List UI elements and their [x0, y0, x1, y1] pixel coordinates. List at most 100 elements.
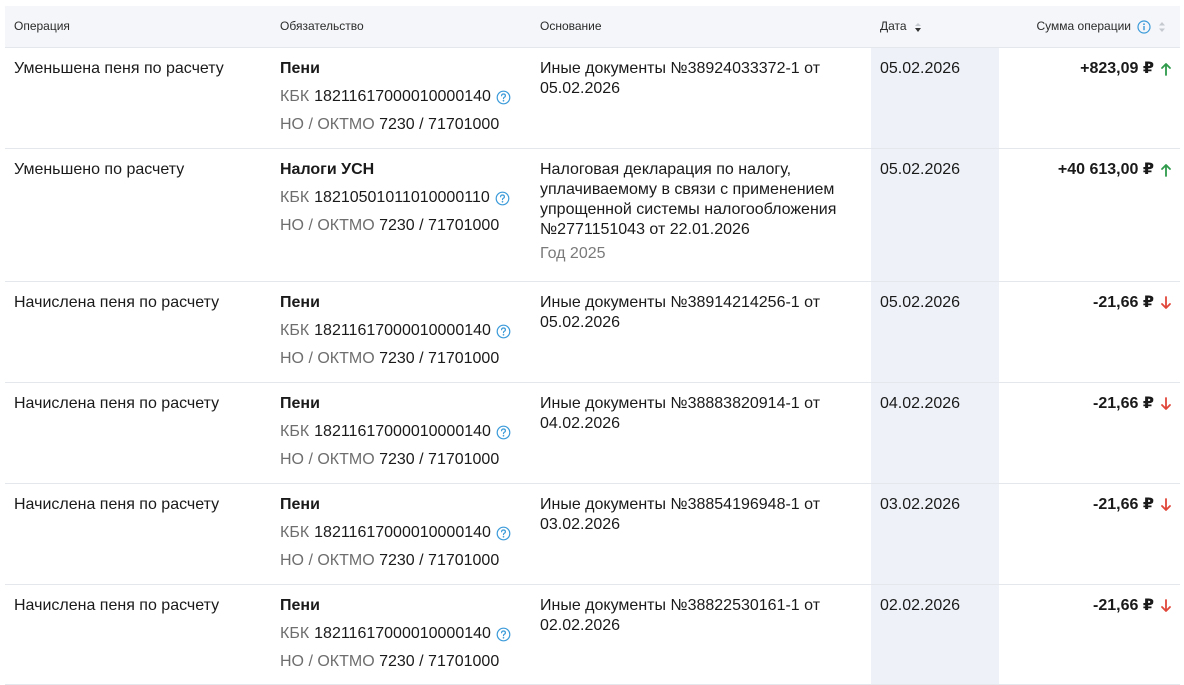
date-cell: 05.02.2026 [880, 161, 961, 178]
oktmo-prefix: НО / ОКТМО [280, 653, 375, 670]
amount-cell: -21,66 ₽ [1093, 293, 1172, 313]
table-row[interactable]: Уменьшено по расчету Налоги УСН КБК 1821… [5, 148, 1180, 282]
obligation-cell: Пени КБК 18211617000010000140 НО / ОКТМО… [280, 293, 530, 369]
help-icon[interactable] [496, 324, 511, 339]
obligation-title: Пени [280, 395, 320, 412]
table-row[interactable]: Начислена пеня по расчету Пени КБК 18211… [5, 382, 1180, 484]
sort-desc-icon[interactable] [912, 21, 924, 33]
basis-text: Иные документы №38854196948-1 от 03.02.2… [540, 496, 821, 533]
arrow-down-icon [1161, 397, 1171, 410]
obligation-title: Пени [280, 496, 320, 513]
header-date-label: Дата [880, 19, 907, 33]
basis-year: Год 2025 [540, 245, 606, 262]
table-row[interactable]: Начислена пеня по расчету Пени КБК 18211… [5, 281, 1180, 383]
basis-cell: Иные документы №38822530161-1 от 02.02.2… [540, 596, 870, 636]
arrow-down-icon [1161, 296, 1171, 309]
kbk-prefix: КБК [280, 524, 310, 541]
obligation-title: Пени [280, 294, 320, 311]
obligation-cell: Пени КБК 18211617000010000140 НО / ОКТМО… [280, 394, 530, 470]
header-amount[interactable]: Сумма операции [1036, 6, 1167, 47]
kbk-line: КБК 18211617000010000140 [280, 422, 530, 442]
oktmo-line: НО / ОКТМО 7230 / 71701000 [280, 450, 530, 470]
kbk-line: КБК 18211617000010000140 [280, 523, 530, 543]
operation-cell: Уменьшена пеня по расчету [14, 60, 224, 77]
oktmo-value: 7230 / 71701000 [379, 350, 500, 367]
header-amount-label: Сумма операции [1036, 19, 1131, 33]
help-icon[interactable] [496, 627, 511, 642]
basis-text: Иные документы №38924033372-1 от 05.02.2… [540, 60, 821, 97]
help-icon[interactable] [496, 425, 511, 440]
kbk-prefix: КБК [280, 423, 310, 440]
operation-cell: Начислена пеня по расчету [14, 395, 220, 412]
oktmo-line: НО / ОКТМО 7230 / 71701000 [280, 652, 530, 672]
kbk-line: КБК 18211617000010000140 [280, 624, 530, 644]
obligation-title: Пени [280, 60, 320, 77]
arrow-down-icon [1161, 599, 1171, 612]
basis-cell: Иные документы №38854196948-1 от 03.02.2… [540, 495, 870, 535]
kbk-code: 18211617000010000140 [314, 423, 491, 440]
oktmo-prefix: НО / ОКТМО [280, 116, 375, 133]
obligation-cell: Пени КБК 18211617000010000140 НО / ОКТМО… [280, 596, 530, 672]
amount-cell: +40 613,00 ₽ [1058, 160, 1172, 180]
kbk-code: 18211617000010000140 [314, 88, 491, 105]
obligation-cell: Пени КБК 18211617000010000140 НО / ОКТМО… [280, 59, 530, 135]
kbk-code: 18211617000010000140 [314, 625, 491, 642]
date-cell: 03.02.2026 [880, 496, 961, 513]
help-icon[interactable] [496, 526, 511, 541]
help-icon[interactable] [496, 90, 511, 105]
amount-value: -21,66 ₽ [1093, 395, 1154, 412]
amount-value: -21,66 ₽ [1093, 496, 1154, 513]
oktmo-line: НО / ОКТМО 7230 / 71701000 [280, 115, 530, 135]
kbk-code: 18210501011010000110 [314, 189, 490, 206]
operation-cell: Уменьшено по расчету [14, 161, 185, 178]
obligation-title: Налоги УСН [280, 161, 375, 178]
header-obligation[interactable]: Обязательство [280, 6, 364, 47]
amount-cell: -21,66 ₽ [1093, 596, 1172, 616]
basis-cell: Налоговая декларация по налогу, уплачива… [540, 160, 870, 264]
oktmo-line: НО / ОКТМО 7230 / 71701000 [280, 551, 530, 571]
operation-cell: Начислена пеня по расчету [14, 597, 220, 614]
amount-cell: +823,09 ₽ [1080, 59, 1172, 79]
header-date[interactable]: Дата [880, 6, 924, 47]
oktmo-value: 7230 / 71701000 [379, 217, 500, 234]
kbk-prefix: КБК [280, 322, 310, 339]
basis-text: Иные документы №38822530161-1 от 02.02.2… [540, 597, 821, 634]
oktmo-prefix: НО / ОКТМО [280, 451, 375, 468]
oktmo-prefix: НО / ОКТМО [280, 552, 375, 569]
operation-cell: Начислена пеня по расчету [14, 496, 220, 513]
date-cell: 05.02.2026 [880, 294, 961, 311]
table-row[interactable]: Начислена пеня по расчету Пени КБК 18211… [5, 584, 1180, 685]
obligation-cell: Пени КБК 18211617000010000140 НО / ОКТМО… [280, 495, 530, 571]
basis-cell: Иные документы №38914214256-1 от 05.02.2… [540, 293, 870, 333]
operations-table: Операция Обязательство Основание Дата Су… [0, 0, 1184, 685]
kbk-prefix: КБК [280, 189, 310, 206]
basis-text: Налоговая декларация по налогу, уплачива… [540, 161, 837, 238]
help-icon[interactable] [495, 191, 510, 206]
basis-text: Иные документы №38883820914-1 от 04.02.2… [540, 395, 821, 432]
amount-value: +823,09 ₽ [1080, 60, 1154, 77]
amount-value: +40 613,00 ₽ [1057, 161, 1154, 178]
kbk-line: КБК 18210501011010000110 [280, 188, 530, 208]
basis-cell: Иные документы №38883820914-1 от 04.02.2… [540, 394, 870, 434]
amount-cell: -21,66 ₽ [1093, 495, 1172, 515]
table-row[interactable]: Начислена пеня по расчету Пени КБК 18211… [5, 483, 1180, 585]
oktmo-line: НО / ОКТМО 7230 / 71701000 [280, 349, 530, 369]
table-row[interactable]: Уменьшена пеня по расчету Пени КБК 18211… [5, 47, 1180, 149]
arrow-down-icon [1161, 498, 1171, 511]
kbk-prefix: КБК [280, 88, 310, 105]
table-header: Операция Обязательство Основание Дата Су… [5, 6, 1180, 48]
oktmo-value: 7230 / 71701000 [379, 552, 500, 569]
operation-cell: Начислена пеня по расчету [14, 294, 220, 311]
arrow-up-icon [1161, 164, 1171, 177]
header-operation[interactable]: Операция [14, 6, 70, 47]
kbk-prefix: КБК [280, 625, 310, 642]
oktmo-prefix: НО / ОКТМО [280, 350, 375, 367]
obligation-cell: Налоги УСН КБК 18210501011010000110 НО /… [280, 160, 530, 236]
date-cell: 02.02.2026 [880, 597, 961, 614]
oktmo-prefix: НО / ОКТМО [280, 217, 375, 234]
info-icon[interactable] [1137, 19, 1151, 34]
basis-text: Иные документы №38914214256-1 от 05.02.2… [540, 294, 821, 331]
sort-icon[interactable] [1157, 20, 1167, 34]
oktmo-value: 7230 / 71701000 [379, 116, 500, 133]
header-basis[interactable]: Основание [540, 6, 602, 47]
